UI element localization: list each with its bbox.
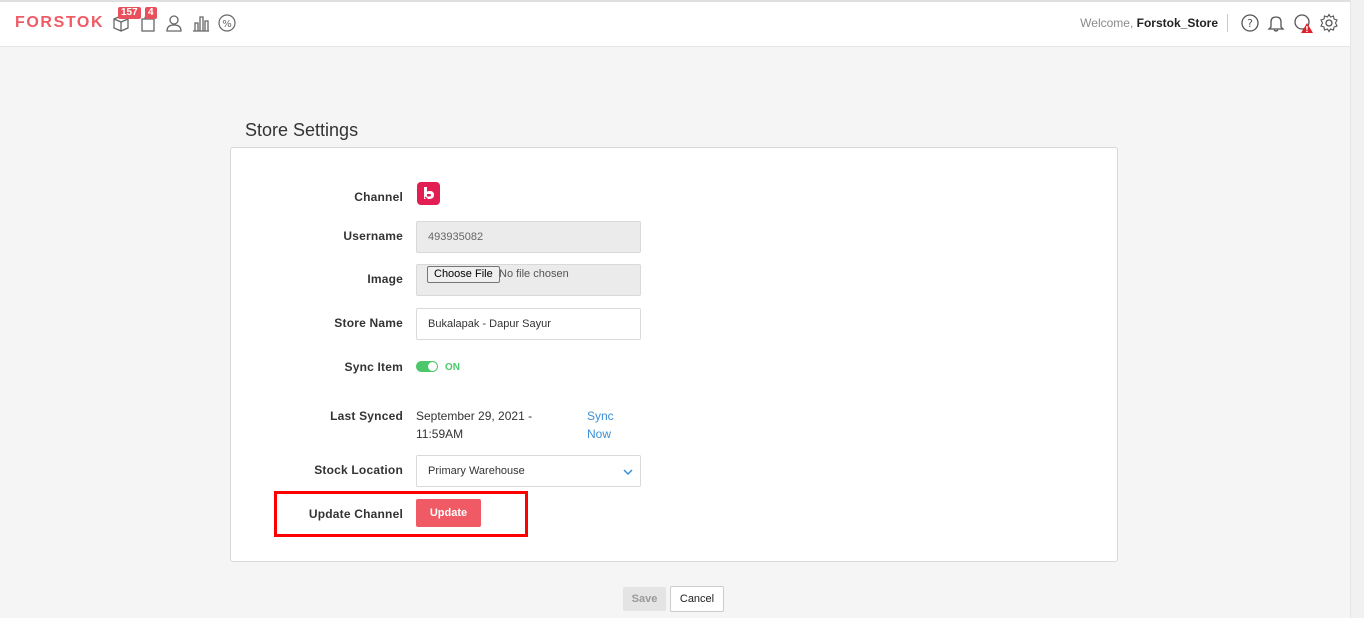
- choose-file-button[interactable]: Choose File: [427, 266, 500, 283]
- page-title: Store Settings: [245, 120, 359, 140]
- channel-label: Channel: [354, 190, 403, 204]
- svg-text:%: %: [222, 19, 232, 30]
- toggle-knob: [428, 362, 437, 371]
- orders-badge: 4: [145, 7, 157, 19]
- welcome-prefix: Welcome,: [1080, 16, 1134, 30]
- help-icon[interactable]: ?: [1239, 12, 1261, 34]
- bell-icon[interactable]: [1265, 12, 1287, 34]
- image-label: Image: [367, 272, 403, 286]
- percent-icon[interactable]: %: [216, 12, 238, 34]
- highlight-box: [274, 491, 528, 537]
- username-field: 493935082: [416, 221, 641, 253]
- last-synced-value: September 29, 2021 - 11:59AM: [416, 409, 533, 441]
- svg-text:!: !: [1305, 25, 1309, 34]
- store-name-input[interactable]: Bukalapak - Dapur Sayur: [416, 308, 641, 340]
- username-label: Username: [343, 229, 403, 243]
- chevron-down-icon[interactable]: [622, 465, 634, 483]
- sync-item-label: Sync Item: [344, 360, 403, 374]
- gear-icon[interactable]: [1318, 12, 1340, 34]
- header-divider: [1227, 14, 1228, 32]
- bukalapak-logo-icon: [417, 182, 440, 205]
- sync-now-link[interactable]: Sync Now: [587, 407, 627, 443]
- alert-icon[interactable]: !: [1293, 12, 1315, 34]
- sync-item-state: ON: [445, 362, 460, 373]
- stock-location-select[interactable]: Primary Warehouse: [416, 455, 641, 487]
- welcome-username[interactable]: Forstok_Store: [1137, 16, 1218, 30]
- top-navbar: FORSTOK 157 4 % Welcome, Forstok_Store ?…: [0, 0, 1350, 47]
- cancel-button[interactable]: Cancel: [670, 586, 724, 612]
- top-border: [0, 0, 1350, 2]
- welcome-text: Welcome, Forstok_Store: [1080, 16, 1218, 30]
- save-button[interactable]: Save: [623, 587, 666, 611]
- forstok-logo[interactable]: FORSTOK: [15, 14, 104, 32]
- last-synced-label: Last Synced: [330, 409, 403, 423]
- page-scrollbar[interactable]: [1350, 0, 1364, 618]
- stock-location-label: Stock Location: [314, 463, 403, 477]
- sync-item-toggle[interactable]: [416, 361, 438, 372]
- svg-text:?: ?: [1247, 17, 1253, 30]
- bar-chart-icon[interactable]: [190, 12, 212, 34]
- user-icon[interactable]: [163, 12, 185, 34]
- store-name-label: Store Name: [334, 316, 403, 330]
- file-status-text: No file chosen: [499, 268, 569, 280]
